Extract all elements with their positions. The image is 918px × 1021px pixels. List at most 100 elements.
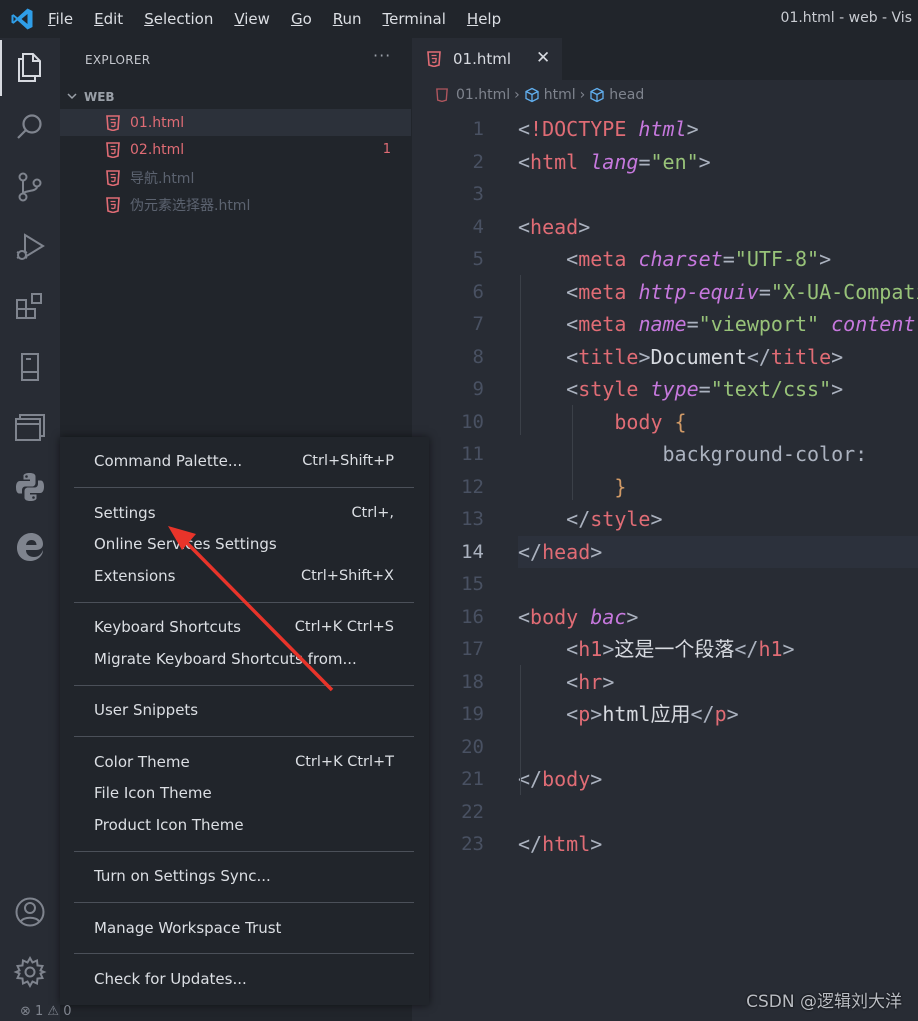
menu-keyboard-shortcuts[interactable]: Keyboard Shortcuts Ctrl+K Ctrl+S xyxy=(94,613,394,641)
menu-label: Color Theme xyxy=(94,753,190,771)
chevron-right-icon: › xyxy=(579,87,586,103)
code-line: </body> xyxy=(518,767,603,791)
vscode-logo-icon xyxy=(11,8,33,30)
manage-menu: Command Palette... Ctrl+Shift+P Settings C… xyxy=(60,437,429,1005)
chevron-right-icon: › xyxy=(514,87,520,103)
menu-label: Turn on Settings Sync... xyxy=(94,867,271,885)
extensions-icon[interactable] xyxy=(13,290,47,324)
menu-separator xyxy=(74,736,414,737)
menu-label: Manage Workspace Trust xyxy=(94,919,282,937)
menu-shortcut: Ctrl+K Ctrl+T xyxy=(295,754,394,770)
menu-label: Migrate Keyboard Shortcuts from... xyxy=(94,650,357,668)
menu-label: User Snippets xyxy=(94,701,199,719)
line-number: 2 xyxy=(472,150,484,173)
edge-icon[interactable] xyxy=(13,530,47,564)
menu-settings[interactable]: Settings Ctrl+, xyxy=(94,499,394,527)
line-number: 1 xyxy=(472,118,484,140)
window-title: 01.html - web - Vis xyxy=(780,10,912,26)
line-number: 5 xyxy=(472,248,484,270)
code-line: <hr> xyxy=(566,669,615,694)
menu-check-for-updates[interactable]: Check for Updates... xyxy=(94,965,394,993)
code-line: body { xyxy=(614,409,687,434)
menu-label: Online Services Settings xyxy=(94,535,277,553)
line-number: 9 xyxy=(472,378,484,400)
html5-icon xyxy=(106,114,120,131)
symbol-element-icon xyxy=(525,87,539,103)
search-icon[interactable] xyxy=(13,110,47,144)
code-line: <style type="text/css"> xyxy=(566,377,844,401)
menu-help[interactable]: Help xyxy=(464,10,504,28)
menu-turn-on-settings-sync[interactable]: Turn on Settings Sync... xyxy=(94,862,394,890)
menu-online-services-settings[interactable]: Online Services Settings xyxy=(94,530,394,558)
active-indicator xyxy=(0,40,2,96)
menu-shortcut: Ctrl+Shift+P xyxy=(302,453,394,469)
breadcrumb-head[interactable]: head xyxy=(609,87,644,103)
title-bar: File Edit Selection View Go Run Terminal… xyxy=(0,0,918,38)
menu-label: Product Icon Theme xyxy=(94,816,244,834)
menu-shortcut: Ctrl+Shift+X xyxy=(301,568,394,584)
symbol-element-icon xyxy=(590,87,604,103)
file-item-02-html[interactable]: 02.html 1 xyxy=(60,136,411,163)
files-icon[interactable] xyxy=(13,50,47,84)
code-content[interactable]: <!DOCTYPE html> <html lang="en"> <head> … xyxy=(518,113,918,861)
html5-icon xyxy=(106,196,120,213)
activity-bar xyxy=(0,38,60,1021)
menu-separator xyxy=(74,902,414,903)
problems-status[interactable]: ⊗ 1 ⚠ 0 xyxy=(20,1004,72,1019)
menu-migrate-keyboard-shortcuts[interactable]: Migrate Keyboard Shortcuts from... xyxy=(94,645,394,673)
menu-user-snippets[interactable]: User Snippets xyxy=(94,696,394,724)
line-number: 4 xyxy=(472,215,484,238)
tab-01-html[interactable]: 01.html ✕ xyxy=(412,38,562,80)
menu-color-theme[interactable]: Color Theme Ctrl+K Ctrl+T xyxy=(94,748,394,776)
menu-run[interactable]: Run xyxy=(330,10,365,28)
watermark: CSDN @逻辑刘大洋 xyxy=(746,992,902,1012)
file-item-01-html[interactable]: 01.html xyxy=(60,109,411,136)
file-name: 02.html xyxy=(130,141,185,158)
menu-file-icon-theme[interactable]: File Icon Theme xyxy=(94,779,394,807)
menu-label: Settings xyxy=(94,504,156,522)
close-icon[interactable]: ✕ xyxy=(536,48,550,68)
menu-terminal[interactable]: Terminal xyxy=(380,10,449,28)
run-debug-icon[interactable] xyxy=(13,230,47,264)
account-icon[interactable] xyxy=(13,895,47,929)
source-control-icon[interactable] xyxy=(13,170,47,204)
code-line: <body bac> xyxy=(518,604,639,629)
menu-view[interactable]: View xyxy=(231,10,273,28)
menu-manage-workspace-trust[interactable]: Manage Workspace Trust xyxy=(94,914,394,942)
html5-icon xyxy=(427,51,441,67)
code-line: <title>Document</title> xyxy=(566,344,844,369)
breadcrumb-html[interactable]: html xyxy=(544,87,576,103)
menu-label: Keyboard Shortcuts xyxy=(94,618,241,636)
folder-web[interactable]: WEB xyxy=(66,86,115,108)
line-number: 3 xyxy=(472,183,484,205)
menu-product-icon-theme[interactable]: Product Icon Theme xyxy=(94,811,394,839)
menu-edit[interactable]: Edit xyxy=(91,10,126,28)
html5-icon xyxy=(106,169,120,186)
menu-separator xyxy=(74,487,414,488)
menu-separator xyxy=(74,602,414,603)
menu-extensions[interactable]: Extensions Ctrl+Shift+X xyxy=(94,562,394,590)
menu-label: Check for Updates... xyxy=(94,970,247,988)
menu-selection[interactable]: Selection xyxy=(141,10,216,28)
editor-area: 01.html ✕ 01.html › html › head 1 2 3 4 5 6 7 8… xyxy=(412,38,918,1021)
menu-command-palette[interactable]: Command Palette... Ctrl+Shift+P xyxy=(94,447,394,475)
gear-icon[interactable] xyxy=(13,955,47,989)
breadcrumb-file[interactable]: 01.html xyxy=(456,87,510,103)
line-number: 6 xyxy=(472,280,484,303)
file-name: 01.html xyxy=(130,114,185,131)
code-line: background-color: xyxy=(662,442,868,466)
line-number: 8 xyxy=(472,345,484,368)
menu-go[interactable]: Go xyxy=(288,10,315,28)
file-item-pseudo-selector-html[interactable]: 伪元素选择器.html xyxy=(60,191,411,218)
remote-explorer-icon[interactable] xyxy=(13,350,47,384)
menu-label: Command Palette... xyxy=(94,452,243,470)
file-item-nav-html[interactable]: 导航.html xyxy=(60,164,411,191)
more-actions-icon[interactable]: ··· xyxy=(373,46,391,65)
menu-shortcut: Ctrl+, xyxy=(351,505,394,521)
menu-separator xyxy=(74,851,414,852)
python-icon[interactable] xyxy=(13,470,47,504)
menu-file[interactable]: File xyxy=(45,10,76,28)
panels-icon[interactable] xyxy=(13,410,47,444)
code-line: <meta charset="UTF-8"> xyxy=(566,247,832,271)
